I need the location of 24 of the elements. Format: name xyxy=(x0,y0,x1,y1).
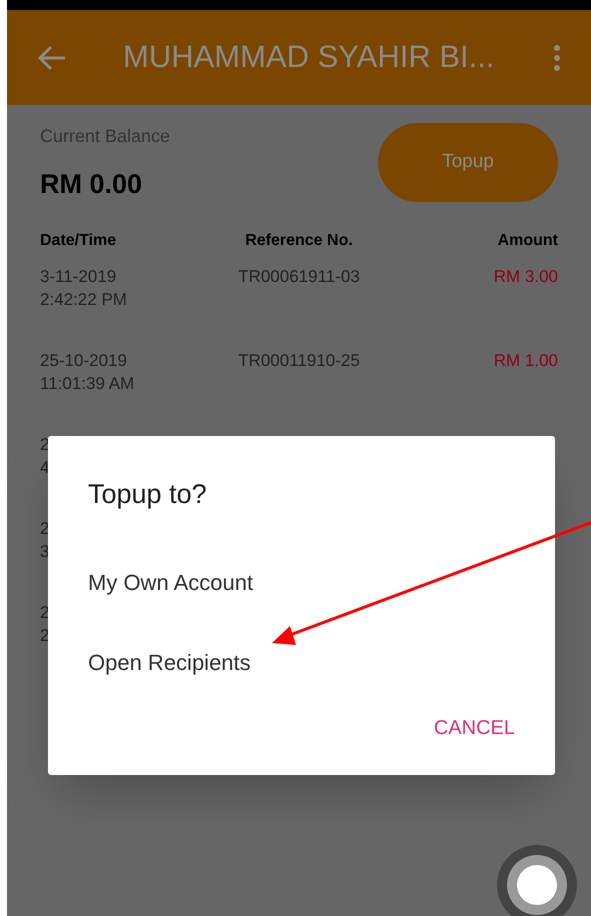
back-arrow-icon[interactable] xyxy=(37,44,67,70)
cancel-button[interactable]: CANCEL xyxy=(430,713,519,743)
date-time-text: 4 xyxy=(40,456,50,478)
date-time-text: 2 xyxy=(40,602,50,624)
dialog-option[interactable]: My Own Account xyxy=(48,542,555,622)
reference-number: TR00061911-03 xyxy=(237,266,361,288)
date-time-text: 2:42:22 PM xyxy=(40,288,128,310)
column-header: Reference No. xyxy=(244,230,354,250)
column-header: Date/Time xyxy=(40,230,118,250)
dialog-title: Topup to? xyxy=(88,478,208,511)
date-time-text: 11:01:39 AM xyxy=(40,372,136,394)
more-options-icon[interactable] xyxy=(553,44,561,72)
date-time-text: 2 xyxy=(40,518,50,540)
column-header: Amount xyxy=(496,230,558,250)
dialog-option[interactable]: Open Recipients xyxy=(48,622,555,702)
app-bar-title: MUHAMMAD SYAHIR BI... xyxy=(123,38,494,76)
balance-value: RM 0.00 xyxy=(40,168,144,201)
date-time-text: 2 xyxy=(40,434,50,456)
date-time-text: 25-10-2019 xyxy=(40,350,128,372)
reference-number: TR00011910-25 xyxy=(237,350,361,372)
amount-text: RM 1.00 xyxy=(492,350,558,372)
amount-text: RM 3.00 xyxy=(492,266,558,288)
date-time-text: 2 xyxy=(40,624,50,646)
date-time-text: 3-11-2019 xyxy=(40,266,118,288)
